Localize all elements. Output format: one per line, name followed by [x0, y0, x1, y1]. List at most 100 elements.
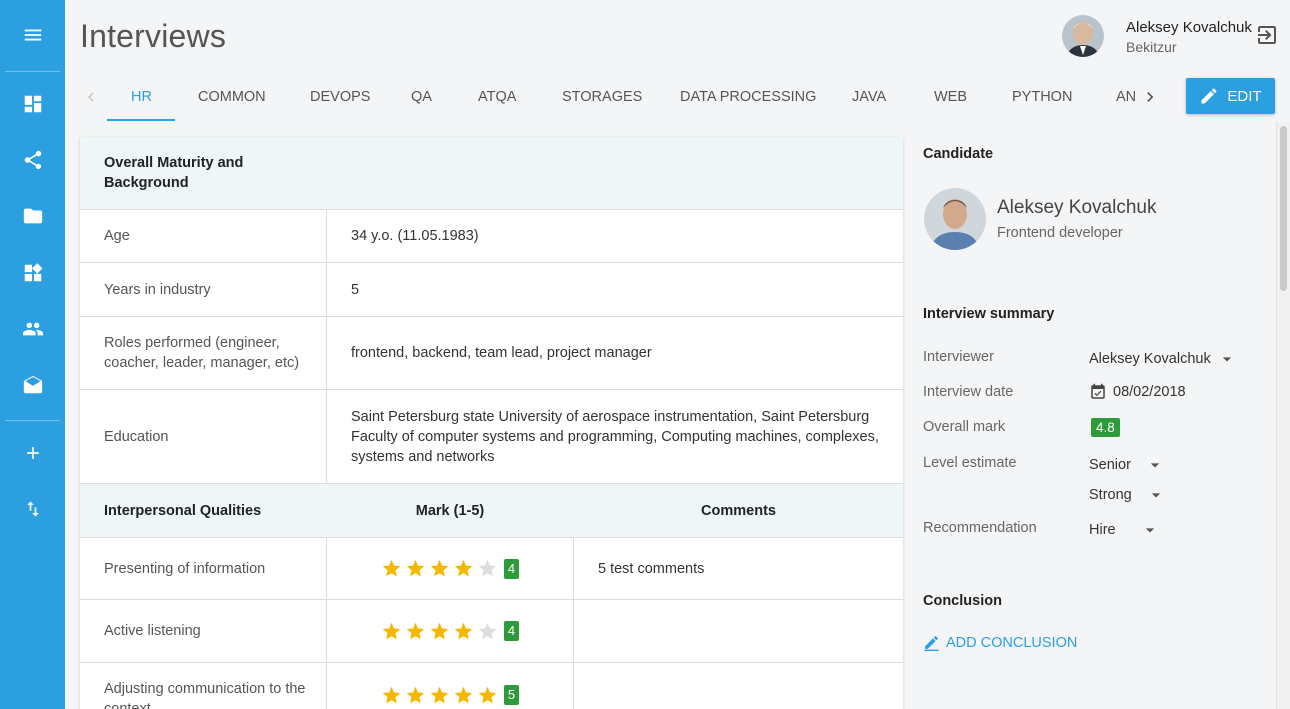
logout-icon: [1258, 26, 1276, 44]
menu-button[interactable]: [0, 15, 65, 55]
tab-web[interactable]: WEB: [934, 76, 967, 122]
star-icon[interactable]: [405, 558, 426, 579]
star-icon[interactable]: [453, 558, 474, 579]
sidebar-item-share[interactable]: [0, 140, 65, 180]
tab-data-processing[interactable]: DATA PROCESSING: [680, 76, 816, 122]
page-scrollbar[interactable]: [1276, 122, 1290, 709]
rating[interactable]: 4: [327, 538, 573, 599]
tab-atqa[interactable]: ATQA: [478, 76, 516, 122]
candidate-role: Frontend developer: [997, 225, 1123, 241]
star-icon[interactable]: [429, 558, 450, 579]
row-value: frontend, backend, team lead, project ma…: [351, 345, 652, 361]
hr-interview-card: Overall Maturity and Background Age 34 y…: [80, 137, 903, 709]
table-row: Presenting of information 4 5 test comme…: [80, 538, 903, 600]
sidebar-divider: [5, 420, 60, 421]
star-icon[interactable]: [453, 621, 474, 642]
quality-label: Presenting of information: [104, 560, 266, 577]
avatar[interactable]: [1062, 15, 1104, 57]
table-row: Education Saint Petersburg state Univers…: [80, 390, 903, 484]
date-picker[interactable]: 08/02/2018: [1089, 383, 1186, 401]
comment-text[interactable]: [574, 663, 903, 709]
star-icon[interactable]: [405, 621, 426, 642]
comment-text[interactable]: 5 test comments: [574, 538, 903, 599]
level-value: Senior: [1089, 457, 1131, 473]
star-icon[interactable]: [381, 558, 402, 579]
menu-icon: [24, 29, 41, 41]
star-rating[interactable]: [381, 621, 498, 642]
table-row: Age 34 y.o. (11.05.1983): [80, 210, 903, 263]
tab-storages[interactable]: STORAGES: [562, 76, 642, 122]
interviewer-select[interactable]: Aleksey Kovalchuk: [1089, 349, 1237, 369]
add-conclusion-button[interactable]: ADD CONCLUSION: [923, 634, 1077, 651]
star-icon[interactable]: [477, 621, 498, 642]
star-icon[interactable]: [429, 621, 450, 642]
sidebar-item-add[interactable]: [0, 433, 65, 473]
star-icon[interactable]: [381, 685, 402, 706]
date-value: 08/02/2018: [1113, 384, 1186, 400]
row-label: Years in industry: [104, 281, 211, 298]
tab-common[interactable]: COMMON: [198, 76, 266, 122]
rating[interactable]: 4: [327, 600, 573, 662]
summary-heading: Interview summary: [923, 306, 1055, 322]
star-icon[interactable]: [477, 558, 498, 579]
candidate-avatar: [924, 188, 986, 250]
tab-devops[interactable]: DEVOPS: [310, 76, 370, 122]
tab-scroll-right[interactable]: [1139, 85, 1161, 109]
tab-hr[interactable]: HR: [131, 76, 152, 122]
star-icon[interactable]: [381, 621, 402, 642]
sidebar-item-folder[interactable]: [0, 196, 65, 236]
star-icon[interactable]: [477, 685, 498, 706]
qualities-section-header: Interpersonal Qualities Mark (1-5) Comme…: [80, 484, 903, 538]
logout-button[interactable]: [1255, 23, 1281, 49]
star-rating[interactable]: [381, 558, 498, 579]
star-icon[interactable]: [453, 685, 474, 706]
tab-an[interactable]: AN: [1116, 76, 1138, 122]
active-tab-indicator: [107, 119, 175, 121]
tab-java[interactable]: JAVA: [852, 76, 886, 122]
tab-scroll-left[interactable]: [80, 85, 102, 109]
share-icon: [24, 150, 41, 170]
dropdown-arrow-icon: [1151, 493, 1160, 498]
edit-button[interactable]: EDIT: [1186, 78, 1275, 114]
quality-label: Active listening: [104, 623, 201, 639]
level-strength-value: Strong: [1089, 487, 1132, 503]
sidebar-item-people[interactable]: [0, 309, 65, 349]
rating[interactable]: 5: [327, 663, 573, 709]
sidebar-item-sort[interactable]: [0, 489, 65, 529]
sidebar-item-dashboard[interactable]: [0, 84, 65, 124]
tab-qa[interactable]: QA: [411, 76, 432, 122]
star-rating[interactable]: [381, 685, 498, 706]
drafts-icon: [23, 375, 42, 394]
tab-python[interactable]: PYTHON: [1012, 76, 1072, 122]
section-title: Overall Maturity and Background: [104, 155, 244, 191]
level-strength-select[interactable]: Strong: [1089, 485, 1166, 505]
tab-bar: HR COMMON DEVOPS QA ATQA STORAGES DATA P…: [80, 76, 1170, 122]
row-value: 5: [351, 281, 360, 298]
scrollbar-thumb[interactable]: [1280, 126, 1287, 291]
recommendation-select[interactable]: Hire: [1089, 520, 1160, 540]
chevron-right-icon: [1147, 92, 1154, 102]
interviewer-label: Interviewer: [923, 349, 994, 365]
row-label: Education: [104, 428, 169, 445]
table-row: Roles performed (engineer, coacher, lead…: [80, 317, 903, 390]
row-label: Roles performed (engineer, coacher, lead…: [104, 335, 300, 371]
row-label: Age: [104, 228, 130, 244]
mark-badge: 4: [503, 621, 520, 641]
dropdown-arrow-icon: [1150, 463, 1160, 468]
comment-text[interactable]: [574, 600, 903, 662]
mark-badge: 4: [503, 558, 520, 579]
comments-column-header: Comments: [701, 502, 776, 519]
row-value: 34 y.o. (11.05.1983): [351, 228, 479, 244]
sidebar-item-widgets[interactable]: [0, 253, 65, 293]
folder-icon: [23, 208, 42, 224]
sidebar-item-drafts[interactable]: [0, 365, 65, 405]
user-company: Bekitzur: [1126, 39, 1177, 55]
mark-column-header: Mark (1-5): [415, 502, 485, 519]
dropdown-arrow-icon: [1222, 357, 1231, 362]
star-icon[interactable]: [405, 685, 426, 706]
dropdown-arrow-icon: [1145, 528, 1154, 533]
candidate-heading: Candidate: [923, 146, 994, 162]
level-select[interactable]: Senior: [1089, 455, 1165, 475]
star-icon[interactable]: [429, 685, 450, 706]
table-row: Active listening 4: [80, 600, 903, 663]
